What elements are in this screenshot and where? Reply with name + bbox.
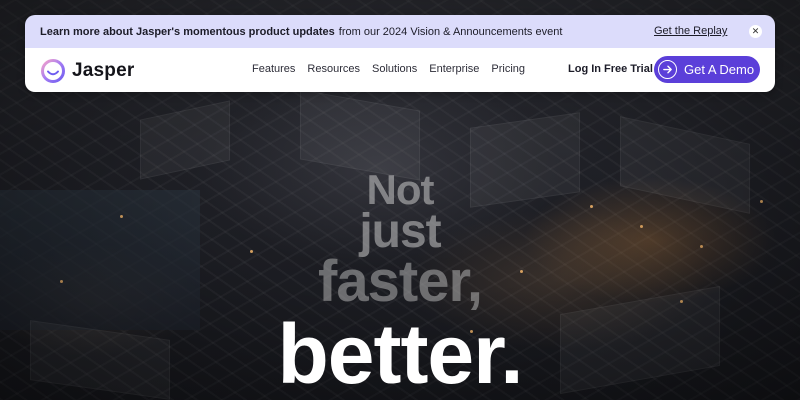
nav-link-pricing[interactable]: Pricing — [491, 63, 525, 75]
jasper-logo-icon — [41, 59, 65, 83]
announcement-bar: Learn more about Jasper's momentous prod… — [25, 15, 775, 48]
logo-text: Jasper — [72, 60, 135, 81]
site-header: Learn more about Jasper's momentous prod… — [25, 15, 775, 92]
announcement-bold-text: Learn more about Jasper's momentous prod… — [40, 25, 335, 38]
login-link[interactable]: Log In — [568, 63, 601, 75]
get-replay-link[interactable]: Get the Replay — [654, 25, 727, 37]
get-demo-label: Get A Demo — [684, 62, 755, 77]
nav-link-features[interactable]: Features — [252, 63, 295, 75]
jasper-logo[interactable]: Jasper — [40, 58, 134, 84]
announcement-text: from our 2024 Vision & Announcements eve… — [338, 25, 563, 38]
nav-link-enterprise[interactable]: Enterprise — [429, 63, 479, 75]
nav-link-resources[interactable]: Resources — [307, 63, 360, 75]
hero-line-better: better. — [277, 307, 523, 400]
get-demo-button[interactable]: Get A Demo — [654, 56, 760, 83]
main-nav: Jasper Features Resources Solutions Ente… — [25, 48, 775, 92]
hero-line-faster: faster, — [318, 249, 483, 314]
nav-link-solutions[interactable]: Solutions — [372, 63, 417, 75]
arrow-right-icon — [658, 60, 677, 79]
nav-links: Features Resources Solutions Enterprise … — [252, 63, 525, 75]
free-trial-link[interactable]: Free Trial — [604, 63, 653, 75]
close-icon[interactable]: ✕ — [749, 25, 762, 38]
